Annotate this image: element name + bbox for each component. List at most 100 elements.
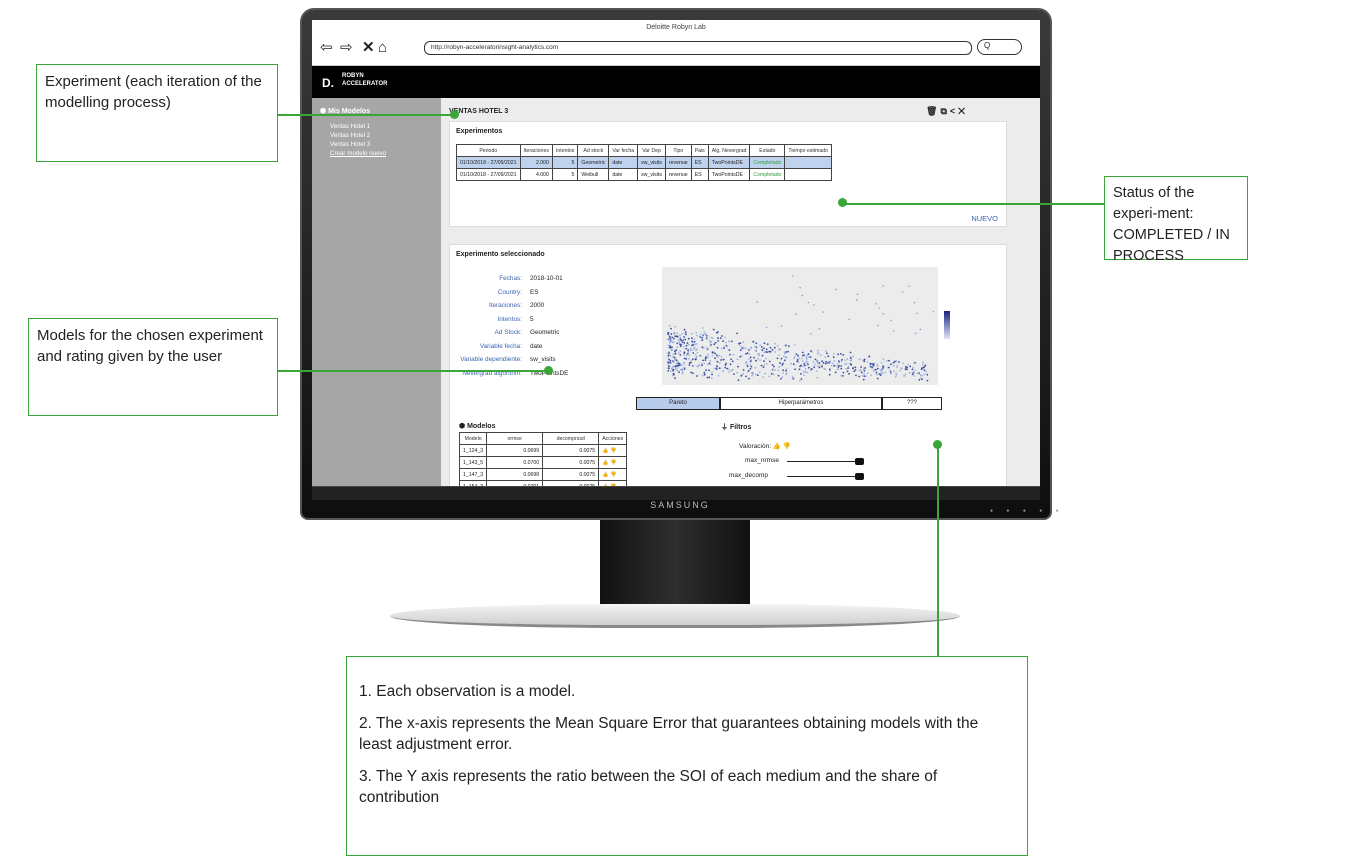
scatter-point [889, 369, 891, 372]
scatter-point [667, 363, 669, 365]
forward-icon[interactable]: ⇨ [340, 40, 353, 55]
field-label: Country: [497, 288, 522, 296]
scatter-point [761, 349, 764, 352]
model-row[interactable]: 1_143_5 0.0700 0.0075 👍 👎 [458, 456, 628, 469]
search-button[interactable]: Q [977, 39, 1022, 55]
sidebar-item-ventas-hotel-3[interactable]: Ventas Hotel 3 [330, 141, 370, 148]
scatter-point [791, 375, 794, 378]
scatter-point [678, 364, 681, 367]
scatter-point [833, 360, 836, 362]
field-value: sw_visits [530, 356, 556, 363]
scatter-point [670, 327, 672, 330]
model-row[interactable]: 1_147_3 0.0698 0.0075 👍 👎 [458, 468, 628, 481]
sidebar-item-create-model[interactable]: Crear modelo nuevo [330, 150, 386, 157]
scatter-point [744, 347, 747, 350]
scatter-point [812, 304, 815, 306]
scatter-point [909, 365, 912, 368]
scatter-point [680, 368, 682, 371]
models-header: ⬢ Modelos [459, 422, 495, 430]
scatter-point [872, 363, 874, 365]
scatter-point [667, 367, 670, 370]
scatter-point [701, 346, 704, 349]
scatter-point [837, 353, 839, 356]
sidebar-item-ventas-hotel-1[interactable]: Ventas Hotel 1 [330, 123, 370, 130]
experiment-row[interactable]: 01/10/2018 - 27/09/2021 4.000 5 Weibull date… [456, 168, 832, 181]
scatter-point [737, 379, 740, 381]
slider1-track[interactable] [787, 461, 863, 462]
model-row[interactable]: 1_124_3 0.0699 0.0075 👍 👎 [458, 444, 628, 457]
scatter-point [842, 354, 845, 356]
scatter-point [751, 374, 753, 377]
scatter-point [849, 351, 852, 354]
sidebar-item-ventas-hotel-2[interactable]: Ventas Hotel 2 [330, 132, 370, 139]
scatter-point [785, 344, 787, 347]
scatter-point [761, 346, 763, 348]
share-icon[interactable]: < [950, 106, 958, 116]
scatter-point [896, 366, 898, 369]
url-bar[interactable]: http://robyn-acceleratorinsight-analytic… [424, 41, 972, 55]
scatter-point [914, 332, 917, 335]
scatter-point [785, 369, 787, 372]
pareto-scatter-plot [662, 267, 950, 385]
scatter-point [846, 370, 849, 373]
home-icon[interactable]: ⌂ [378, 40, 387, 55]
experiment-row[interactable]: 01/10/2018 - 27/09/2021 2.000 5 Geometric da… [456, 156, 832, 169]
scatter-point [738, 344, 741, 347]
scatter-point [800, 373, 802, 375]
scatter-point [732, 353, 735, 356]
scatter-point [716, 346, 719, 349]
scatter-point [675, 335, 678, 338]
scatter-point [836, 368, 839, 370]
slider2-track[interactable] [787, 476, 863, 477]
scatter-point [668, 352, 670, 354]
scatter-point [895, 372, 897, 374]
scatter-point [745, 375, 747, 378]
scatter-point [745, 361, 748, 363]
table-cell: 0.0075 [542, 444, 600, 457]
tab-0[interactable]: Pareto [636, 397, 720, 410]
slider1-handle[interactable] [855, 458, 865, 465]
scatter-point [681, 332, 683, 335]
delete-icon[interactable]: 🗑 [926, 106, 940, 116]
scatter-point [854, 369, 857, 371]
scatter-point [726, 367, 729, 370]
rating-actions[interactable]: 👍 👎 [598, 444, 628, 457]
scatter-point [821, 360, 823, 363]
scatter-point [858, 358, 861, 361]
tab-1[interactable]: Hiperparámetros [720, 397, 882, 410]
models-title: Modelos [467, 423, 496, 430]
rating-actions[interactable]: 👍 👎 [598, 456, 628, 469]
slider2-handle[interactable] [855, 473, 865, 480]
tab-2[interactable]: ??? [882, 397, 942, 410]
scatter-point [674, 335, 677, 338]
new-button[interactable]: NUEVO [971, 214, 998, 223]
scatter-point [926, 373, 929, 376]
scatter-point [840, 367, 843, 370]
table-cell: TwoPointsDE [707, 168, 751, 181]
close-icon[interactable]: ✕ [958, 106, 968, 116]
scatter-point [924, 364, 927, 367]
scatter-point [708, 369, 710, 372]
scatter-point [720, 347, 723, 350]
scatter-point [699, 336, 702, 338]
scatter-point [687, 349, 689, 352]
table-cell: 1_147_3 [458, 468, 488, 481]
scatter-point [730, 340, 733, 343]
scatter-point [824, 362, 827, 365]
scatter-point [763, 342, 766, 345]
thumbs-up-icon[interactable]: 👍 [773, 443, 781, 450]
close-icon[interactable]: ✕ [362, 40, 375, 55]
scatter-point [870, 374, 872, 377]
scatter-point [704, 359, 707, 361]
thumbs-down-icon[interactable]: 👎 [783, 443, 791, 450]
scatter-point [692, 352, 695, 354]
scatter-point [683, 345, 685, 348]
scatter-point [667, 333, 670, 336]
back-icon[interactable]: ⇦ [320, 40, 333, 55]
scatter-point [886, 359, 888, 362]
scatter-point [703, 362, 706, 365]
copy-icon[interactable]: ⧉ [940, 106, 949, 116]
scatter-point [748, 349, 750, 351]
rating-actions[interactable]: 👍 👎 [598, 468, 628, 481]
scatter-point [742, 341, 745, 343]
